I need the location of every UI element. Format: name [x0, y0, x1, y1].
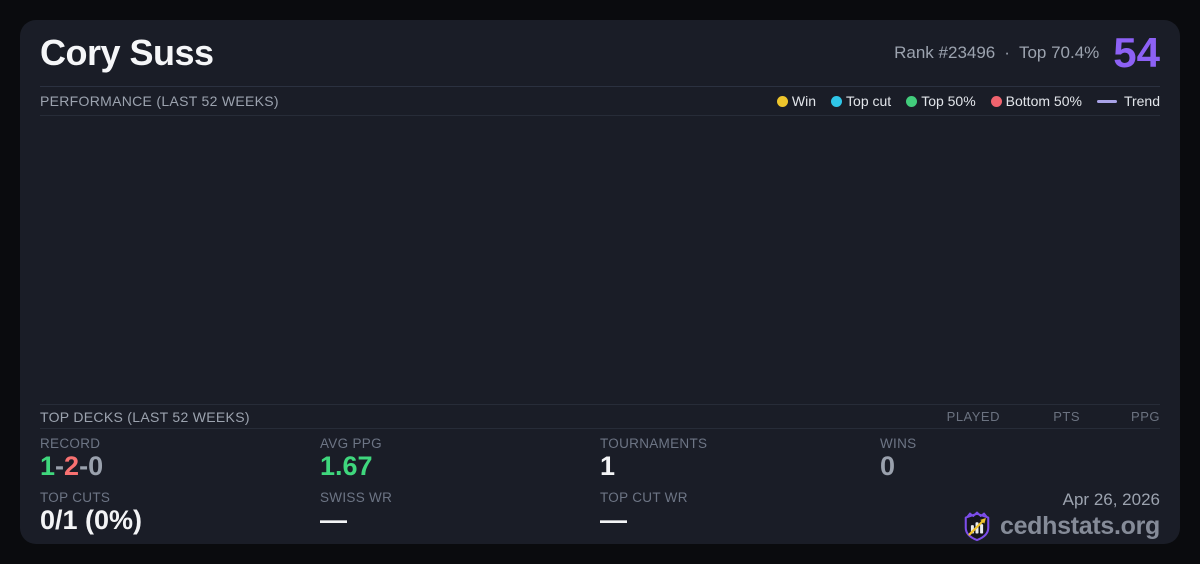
- stat-label: RECORD: [40, 436, 320, 451]
- legend-item-bottom50: Bottom 50%: [991, 93, 1082, 109]
- stat-label: TOP CUT WR: [600, 490, 880, 505]
- stat-record: RECORD 1-2-0: [40, 436, 320, 490]
- brand-name: cedhstats.org: [1000, 512, 1160, 541]
- stat-top-cuts: TOP CUTS 0/1 (0%): [40, 490, 320, 544]
- record-wins: 1: [40, 451, 55, 481]
- top-percent: Top 70.4%: [1019, 43, 1099, 63]
- performance-section-title: PERFORMANCE (LAST 52 WEEKS): [40, 93, 279, 109]
- stat-tournaments: TOURNAMENTS 1: [600, 436, 880, 490]
- brand-row: cedhstats.org: [962, 510, 1160, 542]
- record-value: 1-2-0: [40, 452, 320, 480]
- footer-branding: Apr 26, 2026 cedhstats.org: [880, 490, 1160, 544]
- top-decks-section-title: TOP DECKS (LAST 52 WEEKS): [40, 409, 250, 425]
- stat-label: WINS: [880, 436, 1160, 451]
- stat-top-cut-wr: TOP CUT WR —: [600, 490, 880, 544]
- record-draws: 0: [88, 451, 103, 481]
- legend-label: Bottom 50%: [1006, 93, 1082, 109]
- record-losses: 2: [64, 451, 79, 481]
- top-cut-wr-value: —: [600, 506, 880, 534]
- cedhstats-logo-icon: [962, 510, 992, 542]
- stat-label: TOP CUTS: [40, 490, 320, 505]
- performance-chart: [40, 116, 1160, 404]
- trend-line-icon: [1097, 100, 1117, 103]
- top-50-dot-icon: [906, 96, 917, 107]
- swiss-wr-value: —: [320, 506, 600, 534]
- legend-label: Win: [792, 93, 816, 109]
- column-header-played: PLAYED: [920, 409, 1000, 424]
- card-header: Cory Suss Rank #23496 · Top 70.4% 54: [40, 20, 1160, 87]
- top-decks-section-header: TOP DECKS (LAST 52 WEEKS) PLAYED PTS PPG: [40, 404, 1160, 429]
- legend-item-topcut: Top cut: [831, 93, 891, 109]
- top-cuts-value: 0/1 (0%): [40, 506, 320, 534]
- stats-grid: RECORD 1-2-0 AVG PPG 1.67 TOURNAMENTS 1 …: [40, 429, 1160, 544]
- top-cut-dot-icon: [831, 96, 842, 107]
- performance-section-header: PERFORMANCE (LAST 52 WEEKS) Win Top cut …: [40, 87, 1160, 116]
- report-date: Apr 26, 2026: [1063, 490, 1160, 510]
- stat-label: SWISS WR: [320, 490, 600, 505]
- stat-label: AVG PPG: [320, 436, 600, 451]
- legend-label: Trend: [1124, 93, 1160, 109]
- header-rank-area: Rank #23496 · Top 70.4% 54: [894, 32, 1160, 74]
- column-header-ppg: PPG: [1080, 409, 1160, 424]
- stat-label: TOURNAMENTS: [600, 436, 880, 451]
- legend-label: Top 50%: [921, 93, 975, 109]
- legend-label: Top cut: [846, 93, 891, 109]
- page-title: Cory Suss: [40, 32, 214, 74]
- stat-avg-ppg: AVG PPG 1.67: [320, 436, 600, 490]
- legend-item-win: Win: [777, 93, 816, 109]
- rank-number: Rank #23496: [894, 43, 995, 63]
- chart-legend: Win Top cut Top 50% Bottom 50% Trend: [777, 93, 1160, 109]
- column-header-pts: PTS: [1000, 409, 1080, 424]
- top-decks-column-headers: PLAYED PTS PPG: [920, 409, 1160, 424]
- stat-wins: WINS 0: [880, 436, 1160, 490]
- wins-value: 0: [880, 452, 1160, 480]
- bottom-50-dot-icon: [991, 96, 1002, 107]
- legend-item-trend: Trend: [1097, 93, 1160, 109]
- player-stats-card: Cory Suss Rank #23496 · Top 70.4% 54 PER…: [20, 20, 1180, 544]
- win-dot-icon: [777, 96, 788, 107]
- score-value: 54: [1113, 32, 1160, 74]
- stat-swiss-wr: SWISS WR —: [320, 490, 600, 544]
- avg-ppg-value: 1.67: [320, 452, 600, 480]
- rank-text: Rank #23496 · Top 70.4%: [894, 43, 1099, 63]
- tournaments-value: 1: [600, 452, 880, 480]
- legend-item-top50: Top 50%: [906, 93, 975, 109]
- rank-separator: ·: [1004, 43, 1010, 63]
